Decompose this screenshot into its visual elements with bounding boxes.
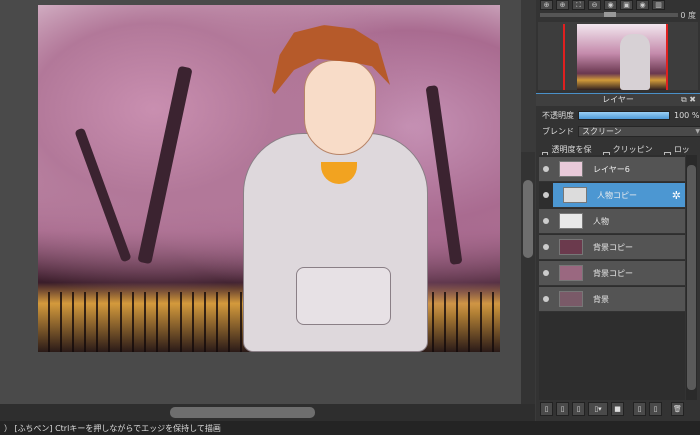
layer-thumbnail	[559, 213, 583, 229]
canvas-area[interactable]	[0, 0, 521, 404]
layer-list: レイヤー6 人物コピー ✲ 人物 背景コピー 背景コピー 背景	[539, 155, 685, 400]
opacity-slider[interactable]	[578, 111, 670, 120]
layer-name: 人物	[593, 216, 609, 226]
gear-icon[interactable]: ✲	[672, 189, 681, 202]
zoom-out-icon[interactable]: ⊖	[588, 0, 601, 10]
layer-name: 背景	[593, 294, 609, 304]
add-layer-menu-icon[interactable]: ▯▾	[588, 402, 608, 416]
layer-thumbnail	[563, 187, 587, 203]
layer-thumbnail	[559, 291, 583, 307]
right-panel: ⊕ ⊕ ⛶ ⊖ ◉ ▣ ◉ ▥ 0 度 レイヤー ⧉ ✖ 不透明度 100 % …	[536, 0, 700, 421]
visibility-icon[interactable]	[543, 296, 549, 302]
layer-thumbnail	[559, 161, 583, 177]
visibility-icon[interactable]	[543, 166, 549, 172]
layer-row[interactable]: 人物	[539, 209, 685, 234]
layer-thumbnail	[559, 239, 583, 255]
visibility-icon[interactable]	[543, 244, 549, 250]
visibility-icon[interactable]	[543, 192, 549, 198]
horizontal-scroll-thumb[interactable]	[170, 407, 315, 418]
visibility-icon[interactable]	[543, 270, 549, 276]
layer-row[interactable]: 背景	[539, 287, 685, 312]
navigator-preview[interactable]	[538, 22, 698, 90]
vertical-scroll-thumb[interactable]	[523, 180, 533, 258]
rotate-left-icon[interactable]: ◉	[604, 0, 617, 10]
chevron-down-icon: ▼	[695, 128, 700, 135]
layer-actions: ▯ ▯ ▯ ▯▾ ■ ▯ ▯ 🗑	[540, 402, 684, 416]
layer-list-scrollbar[interactable]	[686, 155, 697, 400]
new-layer-icon[interactable]: ▯	[540, 402, 553, 416]
opacity-value: 100 %	[674, 111, 700, 120]
copy-layer-icon[interactable]: ▯	[633, 402, 646, 416]
rotation-value: 0 度	[680, 11, 696, 20]
status-text: ） [ふちペン] Ctrlキーを押しながらでエッジを保持して描画	[4, 424, 221, 433]
vertical-scrollbar[interactable]	[521, 152, 535, 404]
layout-icon[interactable]: ▥	[652, 0, 665, 10]
panel-float-close-icons[interactable]: ⧉ ✖	[681, 94, 696, 106]
rotate-right-icon[interactable]: ◉	[636, 0, 649, 10]
layer-thumbnail	[559, 265, 583, 281]
layer-name: 背景コピー	[593, 268, 633, 278]
blend-mode-value: スクリーン	[582, 127, 622, 136]
layer-row[interactable]: 背景コピー	[539, 261, 685, 286]
layer-name: 人物コピー	[597, 190, 637, 200]
navigator-toolbar: ⊕ ⊕ ⛶ ⊖ ◉ ▣ ◉ ▥	[536, 0, 700, 10]
layer-panel-header: レイヤー ⧉ ✖	[536, 93, 700, 106]
visibility-icon[interactable]	[543, 218, 549, 224]
layer-name: レイヤー6	[593, 164, 630, 174]
new-1bit-layer-icon[interactable]: ▯	[572, 402, 585, 416]
artwork-image[interactable]	[38, 5, 500, 352]
horizontal-scrollbar[interactable]	[0, 404, 535, 421]
layer-panel-title: レイヤー	[602, 95, 634, 104]
delete-layer-icon[interactable]: 🗑	[671, 402, 684, 416]
layer-row[interactable]: レイヤー6	[539, 157, 685, 182]
status-bar: ） [ふちペン] Ctrlキーを押しながらでエッジを保持して描画	[0, 421, 700, 435]
layer-row[interactable]: 背景コピー	[539, 235, 685, 260]
new-8bit-layer-icon[interactable]: ▯	[556, 402, 569, 416]
flip-icon[interactable]: ▣	[620, 0, 633, 10]
opacity-label: 不透明度	[542, 111, 574, 120]
blend-mode-select[interactable]: スクリーン ▼	[578, 126, 700, 137]
new-folder-icon[interactable]: ■	[611, 402, 624, 416]
rotation-slider[interactable]	[540, 12, 678, 17]
layer-name: 背景コピー	[593, 242, 633, 252]
character-face	[304, 60, 376, 155]
zoom-fit-icon[interactable]: ⊕	[540, 0, 553, 10]
blend-label: ブレンド	[542, 127, 574, 136]
layer-row[interactable]: 人物コピー ✲	[543, 183, 685, 208]
merge-layer-icon[interactable]: ▯	[649, 402, 662, 416]
fit-window-icon[interactable]: ⛶	[572, 0, 585, 10]
zoom-in-icon[interactable]: ⊕	[556, 0, 569, 10]
